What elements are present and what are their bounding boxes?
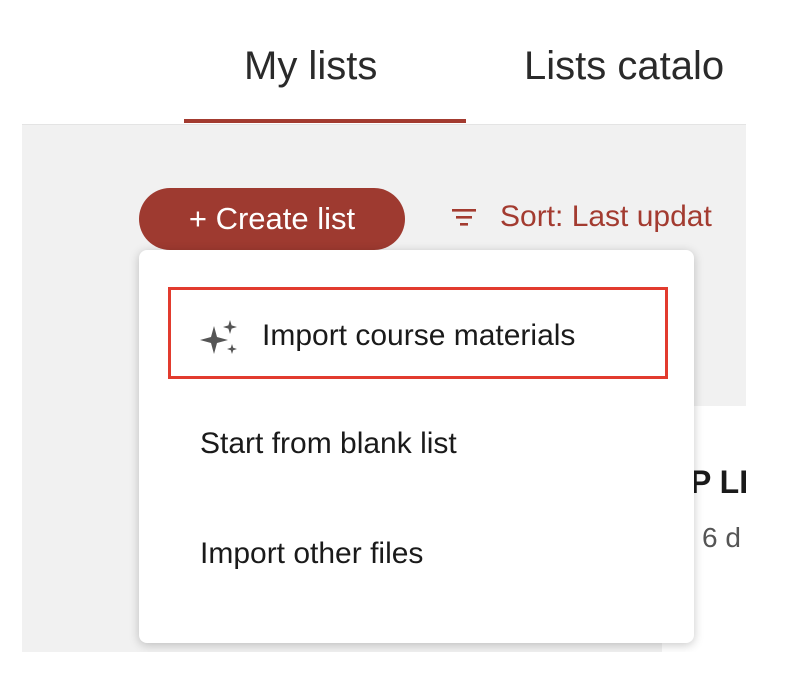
sort-icon xyxy=(452,209,476,226)
sort-control[interactable]: Sort: Last updat xyxy=(450,200,712,234)
highlight-box xyxy=(168,287,668,379)
active-tab-indicator xyxy=(184,119,466,123)
app-viewport: My lists Lists catalo + Create list Sort… xyxy=(22,18,746,652)
tab-bar: My lists Lists catalo xyxy=(22,18,746,125)
create-list-dropdown: Import course materials Start from blank… xyxy=(139,250,694,643)
menu-item-import-other-files[interactable]: Import other files xyxy=(139,514,694,594)
menu-item-label: Start from blank list xyxy=(200,427,457,460)
sort-label: Sort: Last updat xyxy=(500,200,712,233)
list-card-subtitle: 6 d xyxy=(702,522,741,553)
tab-my-lists[interactable]: My lists xyxy=(244,44,377,89)
menu-item-start-blank-list[interactable]: Start from blank list xyxy=(139,404,694,484)
list-card-title: P LI xyxy=(690,464,746,500)
create-list-button[interactable]: + Create list xyxy=(139,188,405,250)
tab-lists-catalog[interactable]: Lists catalo xyxy=(524,44,724,89)
menu-item-label: Import other files xyxy=(200,537,424,570)
